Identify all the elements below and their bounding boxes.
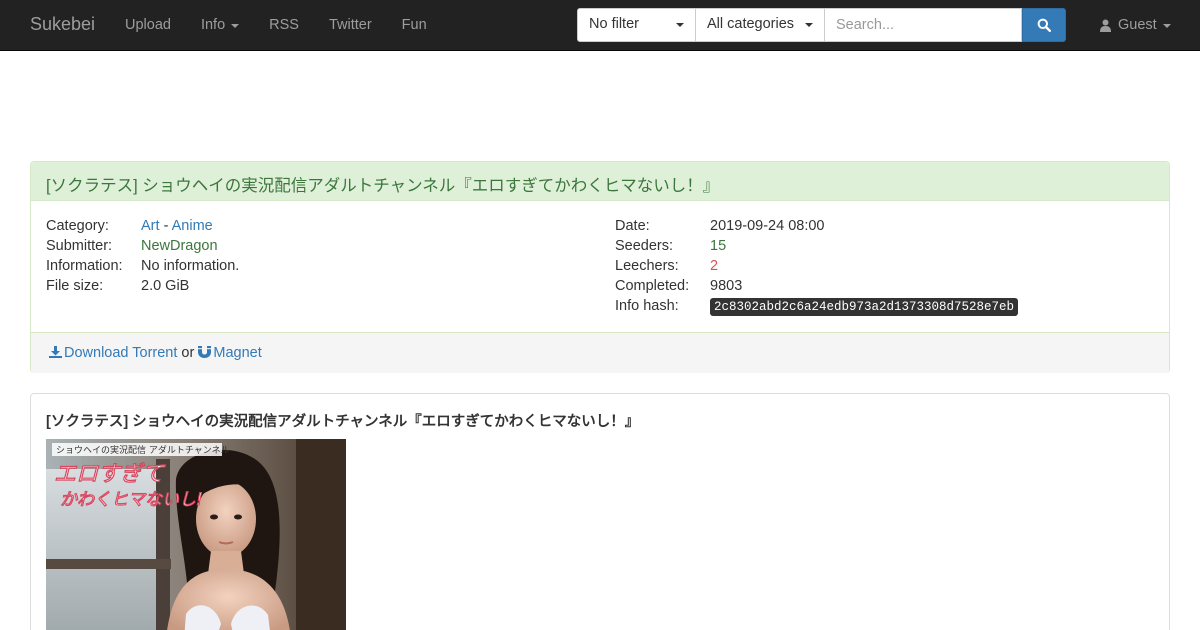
- user-menu[interactable]: Guest: [1100, 0, 1171, 50]
- caret-down-icon: [676, 23, 684, 27]
- category-separator: -: [163, 218, 169, 234]
- filter-select-value: No filter: [589, 16, 639, 32]
- information-label: Information:: [46, 258, 123, 274]
- category-value: Art - Anime: [141, 218, 213, 234]
- download-torrent-label: Download Torrent: [64, 345, 178, 361]
- torrent-heading: [ソクラテス] ショウヘイの実況配信アダルトチャンネル『エロすぎてかわくヒマない…: [31, 162, 1169, 201]
- or-text: or: [181, 345, 195, 361]
- caret-down-icon: [1162, 24, 1171, 28]
- user-menu-label: Guest: [1118, 17, 1157, 33]
- nav-rss[interactable]: RSS: [254, 0, 314, 50]
- file-size-value: 2.0 GiB: [141, 278, 190, 294]
- search-icon: [1037, 18, 1051, 32]
- category-main-link[interactable]: Art: [141, 218, 160, 234]
- brand-logo[interactable]: Sukebei: [30, 14, 95, 35]
- search-form: No filter All categories: [577, 8, 1066, 42]
- magnet-icon: [198, 346, 212, 358]
- description-title: [ソクラテス] ショウヘイの実況配信アダルトチャンネル『エロすぎてかわくヒマない…: [46, 414, 640, 430]
- caret-down-icon: [805, 23, 813, 27]
- submitter-link[interactable]: NewDragon: [141, 238, 218, 254]
- nav-fun[interactable]: Fun: [387, 0, 442, 50]
- cover-image: ショウヘイの実況配信 アダルトチャンネル エロすぎて かわくヒマないし!: [46, 439, 346, 630]
- category-label: Category:: [46, 218, 109, 234]
- search-input[interactable]: [824, 8, 1022, 42]
- category-select-value: All categories: [707, 16, 795, 32]
- nav-upload[interactable]: Upload: [110, 0, 186, 50]
- nav-info-label: Info: [200, 17, 226, 33]
- torrent-panel: [ソクラテス] ショウヘイの実況配信アダルトチャンネル『エロすぎてかわくヒマない…: [30, 161, 1170, 373]
- completed-label: Completed:: [615, 278, 690, 294]
- cover-main-text-2: かわくヒマないし!: [60, 490, 203, 510]
- nav-links: Upload Info RSS Twitter Fun: [110, 0, 442, 50]
- category-select[interactable]: All categories: [695, 8, 825, 42]
- information-value: No information.: [141, 258, 240, 274]
- cover-illustration: ショウヘイの実況配信 アダルトチャンネル エロすぎて かわくヒマないし!: [46, 439, 346, 630]
- nav-twitter-label: Twitter: [328, 17, 372, 33]
- submitter-label: Submitter:: [46, 238, 113, 254]
- caret-down-icon: [231, 24, 240, 28]
- category-sub-link[interactable]: Anime: [172, 218, 213, 234]
- filter-select[interactable]: No filter: [577, 8, 696, 42]
- nav-rss-label: RSS: [269, 17, 299, 33]
- user-icon: [1100, 19, 1111, 32]
- info-hash-label: Info hash:: [615, 298, 679, 314]
- date-label: Date:: [615, 218, 650, 234]
- info-hash-value[interactable]: 2c8302abd2c6a24edb973a2d1373308d7528e7eb: [710, 298, 1019, 316]
- description-panel: [ソクラテス] ショウヘイの実況配信アダルトチャンネル『エロすぎてかわくヒマない…: [30, 393, 1170, 630]
- leechers-value: 2: [710, 258, 719, 274]
- download-torrent-link[interactable]: Download Torrent: [49, 345, 177, 361]
- leechers-label: Leechers:: [615, 258, 679, 274]
- download-links: Download Torrent or Magnet: [31, 332, 1169, 373]
- magnet-link[interactable]: Magnet: [198, 345, 262, 361]
- search-button[interactable]: [1022, 8, 1066, 42]
- magnet-label: Magnet: [213, 345, 262, 361]
- nav-twitter[interactable]: Twitter: [314, 0, 387, 50]
- seeders-label: Seeders:: [615, 238, 674, 254]
- torrent-title: [ソクラテス] ショウヘイの実況配信アダルトチャンネル『エロすぎてかわくヒマない…: [46, 177, 720, 195]
- navbar: Sukebei Upload Info RSS Twitter Fun No f…: [0, 0, 1200, 51]
- file-size-label: File size:: [46, 278, 104, 294]
- date-value: 2019-09-24 08:00: [710, 218, 825, 234]
- seeders-value: 15: [710, 238, 727, 254]
- completed-value: 9803: [710, 278, 743, 294]
- cover-main-text-1: エロすぎて: [54, 462, 166, 487]
- cover-top-text: ショウヘイの実況配信 アダルトチャンネル: [56, 444, 230, 456]
- nav-info-dropdown[interactable]: Info: [186, 0, 254, 50]
- nav-fun-label: Fun: [401, 17, 427, 33]
- nav-upload-label: Upload: [125, 17, 171, 33]
- download-icon: [49, 346, 62, 358]
- torrent-details: Category: Art - Anime Submitter: NewDrag…: [31, 201, 1169, 333]
